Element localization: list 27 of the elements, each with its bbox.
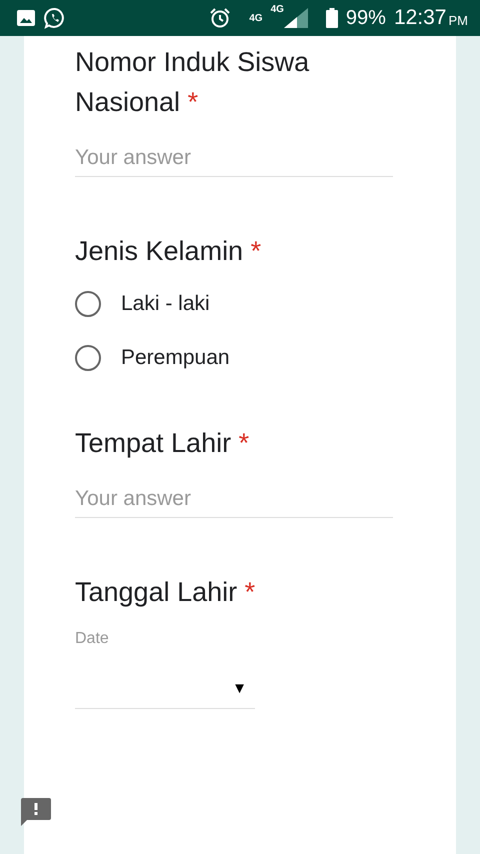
clock-time: 12:37 — [394, 6, 446, 30]
question-title: Jenis Kelamin * — [75, 235, 262, 268]
radio-button[interactable] — [75, 345, 101, 371]
clock-period: PM — [448, 13, 468, 28]
option-label: Perempuan — [121, 346, 230, 370]
question-title: Tanggal Lahir * — [75, 576, 256, 609]
network-type-label: 4G — [249, 12, 263, 24]
radio-button[interactable] — [75, 291, 101, 317]
date-label: Date — [75, 630, 110, 648]
answer-field[interactable]: Your answer — [75, 142, 393, 177]
required-asterisk: * — [250, 236, 262, 266]
question-title: Nomor Induk Siswa Nasional * — [75, 46, 310, 119]
question-title: Tempat Lahir * — [75, 427, 250, 460]
required-asterisk: * — [188, 87, 198, 117]
network-type-label: 4G — [270, 4, 284, 15]
date-field[interactable]: ▼ — [75, 668, 255, 709]
chat-bubble-icon — [44, 7, 66, 29]
alarm-clock-icon — [209, 7, 232, 29]
option-label: Laki - laki — [121, 292, 210, 316]
image-icon — [16, 9, 36, 27]
required-asterisk: * — [238, 428, 250, 458]
required-asterisk: * — [244, 577, 256, 607]
battery-icon — [326, 8, 338, 28]
battery-percentage: 99% — [346, 6, 386, 30]
feedback-icon[interactable] — [20, 796, 52, 828]
answer-field[interactable]: Your answer — [75, 483, 393, 518]
signal-icon — [284, 8, 308, 28]
